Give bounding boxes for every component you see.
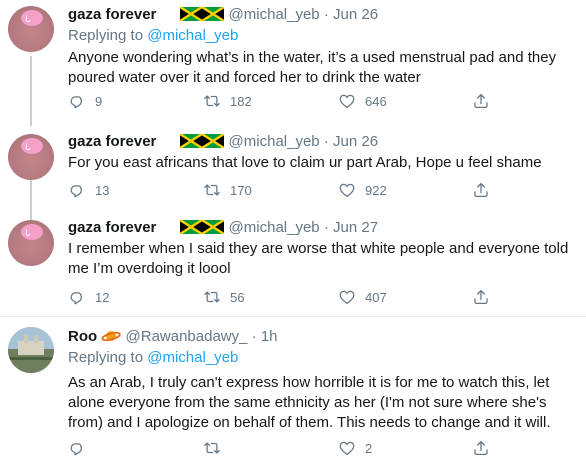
tweet-text: As an Arab, I truly can't express how ho…	[68, 374, 551, 431]
share-icon	[472, 288, 490, 306]
replying-to-link[interactable]: @michal_yeb	[147, 27, 238, 44]
replying-to-link[interactable]: @michal_yeb	[147, 349, 238, 366]
separator-dot: ·	[323, 219, 329, 236]
tweet-3[interactable]: ᒐ gaza forever @michal_yeb · Jun 27 I re…	[0, 214, 586, 316]
tweet-text: For you east africans that love to claim…	[68, 154, 542, 171]
replying-to-label: Replying to	[68, 27, 148, 44]
tweet-header: gaza forever @michal_yeb · Jun 26	[68, 132, 378, 154]
tweet-text: I remember when I said they are worse th…	[68, 240, 569, 277]
separator-dot: ·	[251, 328, 257, 345]
svg-text:ᒐ: ᒐ	[25, 14, 31, 24]
retweet-icon	[203, 181, 221, 199]
reply-button[interactable]: 9	[68, 92, 102, 110]
retweet-button[interactable]: 56	[203, 288, 244, 306]
avatar[interactable]: ᒐ	[8, 134, 54, 180]
timestamp[interactable]: Jun 27	[333, 219, 378, 236]
heart-icon	[338, 181, 356, 199]
handle[interactable]: @michal_yeb	[229, 133, 320, 150]
retweet-button[interactable]: 170	[203, 181, 252, 199]
reply-button[interactable]: 13	[68, 181, 109, 199]
tweet-actions: 9 182 646	[68, 92, 508, 112]
like-count: 2	[365, 440, 373, 456]
tweet-4[interactable]: Roo @Rawanbadawy_ · 1h Replying to @mich…	[0, 317, 586, 467]
heart-icon	[338, 288, 356, 306]
separator-dot: ·	[323, 133, 329, 150]
tweet-1[interactable]: ᒐ gaza forever @michal_yeb · Jun 26 Repl…	[0, 0, 586, 124]
flag-icon	[158, 7, 224, 27]
like-count: 407	[365, 289, 387, 305]
reply-button[interactable]	[68, 439, 95, 457]
display-name[interactable]: gaza forever	[68, 6, 156, 23]
replying-to: Replying to @michal_yeb	[68, 348, 238, 368]
retweet-button[interactable]: 182	[203, 92, 252, 110]
tweet-header: gaza forever @michal_yeb · Jun 26	[68, 5, 378, 27]
flag-icon	[158, 220, 224, 240]
share-button[interactable]	[472, 439, 490, 457]
timestamp[interactable]: Jun 26	[333, 6, 378, 23]
tweet-actions: 2	[68, 439, 508, 459]
svg-text:ᒐ: ᒐ	[25, 228, 31, 238]
retweet-button[interactable]	[203, 439, 230, 457]
reply-icon	[68, 288, 86, 306]
tweet-header: Roo @Rawanbadawy_ · 1h	[68, 327, 278, 350]
flag-icon	[158, 134, 224, 154]
display-name[interactable]: Roo	[68, 328, 97, 345]
svg-text:ᒐ: ᒐ	[25, 142, 31, 152]
handle[interactable]: @michal_yeb	[229, 219, 320, 236]
separator-dot: ·	[323, 6, 329, 23]
handle[interactable]: @michal_yeb	[229, 6, 320, 23]
retweet-icon	[203, 92, 221, 110]
reply-count: 12	[95, 289, 110, 305]
handle[interactable]: @Rawanbadawy_	[126, 328, 248, 345]
share-icon	[472, 439, 490, 457]
timestamp[interactable]: Jun 26	[333, 133, 378, 150]
like-button[interactable]: 922	[338, 181, 387, 199]
avatar[interactable]: ᒐ	[8, 6, 54, 52]
tweet-header: gaza forever @michal_yeb · Jun 27	[68, 218, 378, 240]
reply-icon	[68, 439, 86, 457]
reply-count: 9	[95, 93, 103, 109]
display-name[interactable]: gaza forever	[68, 133, 156, 150]
replying-to-label: Replying to	[68, 349, 148, 366]
share-button[interactable]	[472, 181, 490, 199]
share-icon	[472, 181, 490, 199]
orange-ring-planet-icon	[101, 328, 122, 350]
retweet-count: 170	[230, 182, 252, 198]
like-button[interactable]: 2	[338, 439, 372, 457]
display-name[interactable]: gaza forever	[68, 219, 156, 236]
replying-to: Replying to @michal_yeb	[68, 26, 238, 46]
retweet-count: 182	[230, 93, 252, 109]
tweet-text: Anyone wondering what’s in the water, it…	[68, 49, 557, 86]
avatar[interactable]: ᒐ	[8, 220, 54, 266]
avatar[interactable]	[8, 327, 54, 373]
retweet-icon	[203, 439, 221, 457]
timestamp[interactable]: 1h	[261, 328, 278, 345]
heart-icon	[338, 92, 356, 110]
like-button[interactable]: 407	[338, 288, 387, 306]
tweet-actions: 13 170 922	[68, 181, 508, 201]
reply-icon	[68, 92, 86, 110]
tweet-actions: 12 56 407	[68, 288, 508, 308]
reply-count: 13	[95, 182, 110, 198]
reply-icon	[68, 181, 86, 199]
like-button[interactable]: 646	[338, 92, 387, 110]
reply-button[interactable]: 12	[68, 288, 109, 306]
retweet-icon	[203, 288, 221, 306]
like-count: 646	[365, 93, 387, 109]
share-button[interactable]	[472, 92, 490, 110]
heart-icon	[338, 439, 356, 457]
tweet-2[interactable]: ᒐ gaza forever @michal_yeb · Jun 26 For …	[0, 124, 586, 214]
retweet-count: 56	[230, 289, 245, 305]
share-button[interactable]	[472, 288, 490, 306]
share-icon	[472, 92, 490, 110]
like-count: 922	[365, 182, 387, 198]
